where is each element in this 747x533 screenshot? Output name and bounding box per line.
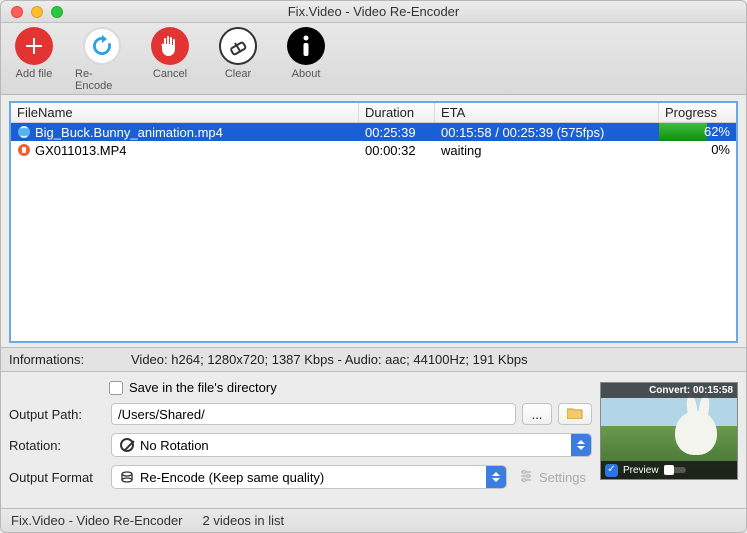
- cell-filename: GX011013.MP4: [35, 143, 127, 158]
- cell-filename: Big_Buck.Bunny_animation.mp4: [35, 125, 223, 140]
- folder-icon: [567, 407, 583, 422]
- col-progress[interactable]: Progress: [659, 103, 736, 122]
- preview-image-content: [667, 395, 717, 455]
- file-list: FileName Duration ETA Progress Big_Buck.…: [9, 101, 738, 343]
- toolbar: Add file Re-Encode Cancel Clear About: [1, 23, 746, 95]
- plus-icon: [15, 27, 53, 65]
- file-list-header: FileName Duration ETA Progress: [11, 103, 736, 123]
- format-label: Output Format: [9, 470, 105, 485]
- cell-duration: 00:25:39: [359, 123, 435, 141]
- cancel-button[interactable]: Cancel: [143, 27, 197, 92]
- info-label: Informations:: [9, 352, 131, 367]
- col-filename[interactable]: FileName: [11, 103, 359, 122]
- hand-stop-icon: [151, 27, 189, 65]
- preview-panel: Convert: 00:15:58 Preview: [600, 382, 738, 480]
- open-folder-button[interactable]: [558, 403, 592, 425]
- info-text: Video: h264; 1280x720; 1387 Kbps - Audio…: [131, 352, 528, 367]
- cell-eta: 00:15:58 / 00:25:39 (575fps): [435, 123, 659, 141]
- cell-duration: 00:00:32: [359, 141, 435, 159]
- zoom-window-button[interactable]: [51, 6, 63, 18]
- cell-progress: 62%: [659, 123, 736, 141]
- col-eta[interactable]: ETA: [435, 103, 659, 122]
- table-row[interactable]: GX011013.MP4 00:00:32 waiting 0%: [11, 141, 736, 159]
- col-duration[interactable]: Duration: [359, 103, 435, 122]
- info-icon: [287, 27, 325, 65]
- sliders-icon: [519, 469, 533, 486]
- close-window-button[interactable]: [11, 6, 23, 18]
- titlebar: Fix.Video - Video Re-Encoder: [1, 1, 746, 23]
- save-in-dir-checkbox[interactable]: [109, 381, 123, 395]
- status-count: 2 videos in list: [203, 513, 285, 528]
- output-path-label: Output Path:: [9, 407, 105, 422]
- preview-controls: Preview: [601, 461, 737, 479]
- video-file-icon: [17, 125, 31, 139]
- add-file-button[interactable]: Add file: [7, 27, 61, 92]
- cell-eta: waiting: [435, 141, 659, 159]
- save-in-dir-label: Save in the file's directory: [129, 380, 277, 395]
- preview-overlay-text: Convert: 00:15:58: [601, 383, 737, 398]
- reencode-icon: [120, 470, 134, 484]
- video-file-icon: [17, 143, 31, 157]
- eraser-icon: [219, 27, 257, 65]
- clear-button[interactable]: Clear: [211, 27, 265, 92]
- about-button[interactable]: About: [279, 27, 333, 92]
- minimize-window-button[interactable]: [31, 6, 43, 18]
- window-controls: [1, 6, 63, 18]
- rotation-label: Rotation:: [9, 438, 105, 453]
- info-bar: Informations: Video: h264; 1280x720; 138…: [1, 347, 746, 372]
- window-title: Fix.Video - Video Re-Encoder: [1, 4, 746, 19]
- reencode-button[interactable]: Re-Encode: [75, 27, 129, 92]
- chevron-updown-icon: [571, 434, 591, 456]
- status-bar: Fix.Video - Video Re-Encoder 2 videos in…: [1, 508, 746, 532]
- refresh-icon: [83, 27, 121, 65]
- output-path-input[interactable]: [111, 403, 516, 425]
- no-rotation-icon: [120, 438, 134, 452]
- rotation-select[interactable]: No Rotation: [111, 433, 592, 457]
- options-panel: Save in the file's directory Output Path…: [1, 372, 746, 489]
- preview-checkbox-label: Preview: [623, 465, 659, 476]
- browse-button[interactable]: ...: [522, 403, 552, 425]
- app-window: Fix.Video - Video Re-Encoder Add file Re…: [0, 0, 747, 533]
- preview-slider[interactable]: [664, 467, 686, 473]
- cell-progress: 0%: [659, 141, 736, 159]
- progress-bar: [659, 123, 707, 141]
- chevron-updown-icon: [486, 466, 506, 488]
- preview-checkbox[interactable]: [605, 464, 618, 477]
- status-app: Fix.Video - Video Re-Encoder: [11, 513, 183, 528]
- format-select[interactable]: Re-Encode (Keep same quality): [111, 465, 507, 489]
- table-row[interactable]: Big_Buck.Bunny_animation.mp4 00:25:39 00…: [11, 123, 736, 141]
- settings-button[interactable]: Settings: [513, 469, 592, 486]
